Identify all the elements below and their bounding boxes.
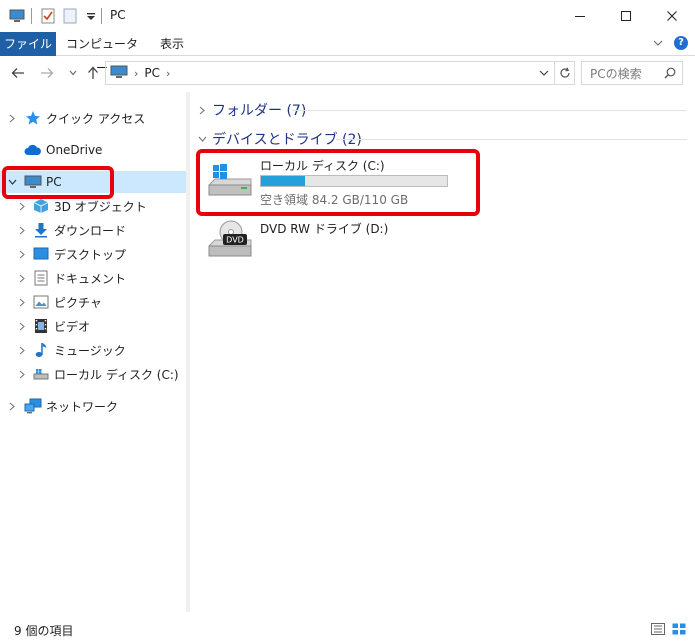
sidebar-item-label: ダウンロード xyxy=(54,223,127,238)
expand-chevron-icon[interactable] xyxy=(16,224,28,236)
sidebar-item-local-disk[interactable]: ローカル ディスク (C:) xyxy=(0,363,186,385)
title-separator xyxy=(31,8,32,24)
drive-name: DVD RW ドライブ (D:) xyxy=(260,222,389,236)
star-icon xyxy=(24,109,42,127)
tab-file[interactable]: ファイル xyxy=(0,32,56,56)
sidebar-item-music[interactable]: ミュージック xyxy=(0,339,186,361)
sidebar-item-videos[interactable]: ビデオ xyxy=(0,315,186,337)
forward-arrow-icon[interactable] xyxy=(38,63,56,83)
title-separator xyxy=(101,8,102,24)
computer-icon xyxy=(110,65,128,82)
collapse-chevron-icon[interactable] xyxy=(196,133,208,145)
expand-chevron-icon[interactable] xyxy=(16,200,28,212)
address-bar[interactable]: › PC › xyxy=(105,61,575,85)
video-icon xyxy=(32,317,50,335)
cube-icon xyxy=(32,197,50,215)
sidebar-item-label: ネットワーク xyxy=(46,399,119,414)
sidebar-item-label: デスクトップ xyxy=(54,247,127,262)
customize-quick-access-icon[interactable] xyxy=(82,7,100,25)
sidebar-item-documents[interactable]: ドキュメント xyxy=(0,267,186,289)
window-title: PC xyxy=(110,8,126,22)
recent-locations-chevron-icon[interactable] xyxy=(64,63,82,83)
cloud-icon xyxy=(24,141,42,159)
tab-computer[interactable]: コンピューター xyxy=(62,32,142,75)
expand-chevron-icon[interactable] xyxy=(16,320,28,332)
sidebar-item-onedrive[interactable]: OneDrive xyxy=(0,139,186,161)
title-bar: PC xyxy=(0,0,695,32)
sidebar-item-downloads[interactable]: ダウンロード xyxy=(0,219,186,241)
refresh-icon[interactable] xyxy=(554,62,574,84)
tab-view[interactable]: 表示 xyxy=(150,32,194,56)
sidebar-item-label: OneDrive xyxy=(46,143,103,157)
properties-icon[interactable] xyxy=(39,7,57,25)
sidebar-item-network[interactable]: ネットワーク xyxy=(0,395,186,417)
download-icon xyxy=(32,221,50,239)
sidebar-item-label: ビデオ xyxy=(54,319,91,334)
network-icon xyxy=(24,397,42,415)
address-dropdown-icon[interactable] xyxy=(538,67,550,79)
ribbon-tabs: ファイル コンピューター 表示 ? xyxy=(0,32,695,75)
document-icon xyxy=(32,269,50,287)
group-header-folders[interactable]: フォルダー (7) xyxy=(196,100,306,120)
breadcrumb-chevron-icon[interactable]: › xyxy=(166,67,170,80)
sidebar-item-pictures[interactable]: ピクチャ xyxy=(0,291,186,313)
group-divider xyxy=(336,139,687,140)
expand-chevron-icon[interactable] xyxy=(16,296,28,308)
sidebar-item-label: ミュージック xyxy=(54,343,126,358)
drive-dvd-rw-d[interactable]: DVD DVD RW ドライブ (D:) xyxy=(205,220,470,260)
sidebar-item-label: ローカル ディスク (C:) xyxy=(54,367,179,382)
drive-icon xyxy=(32,365,50,383)
computer-icon[interactable] xyxy=(8,7,26,25)
up-arrow-icon[interactable] xyxy=(84,63,102,83)
status-bar: 9 個の項目 xyxy=(0,617,695,641)
expand-chevron-icon[interactable] xyxy=(6,112,18,124)
expand-chevron-icon[interactable] xyxy=(16,344,28,356)
breadcrumb-pc[interactable]: PC xyxy=(144,66,160,80)
sidebar-item-desktop[interactable]: デスクトップ xyxy=(0,243,186,265)
expand-chevron-icon[interactable] xyxy=(196,104,208,116)
item-count: 9 個の項目 xyxy=(14,624,74,638)
help-icon[interactable]: ? xyxy=(674,36,688,50)
group-divider xyxy=(292,110,687,111)
sidebar-item-label: クイック アクセス xyxy=(46,111,146,126)
search-box[interactable]: PCの検索 xyxy=(581,61,683,85)
expand-chevron-icon[interactable] xyxy=(6,400,18,412)
svg-text:DVD: DVD xyxy=(226,236,244,245)
highlight-box xyxy=(196,149,480,216)
sidebar-item-quick-access[interactable]: クイック アクセス xyxy=(0,107,186,129)
sidebar-item-label: ドキュメント xyxy=(54,271,127,286)
breadcrumb-chevron-icon[interactable]: › xyxy=(134,67,138,80)
sidebar-item-label: 3D オブジェクト xyxy=(54,199,147,214)
expand-ribbon-icon[interactable] xyxy=(651,36,665,50)
desktop-icon xyxy=(32,245,50,263)
back-arrow-icon[interactable] xyxy=(9,63,27,83)
navigation-bar: › PC › PCの検索 xyxy=(0,60,695,86)
sidebar-item-label: ピクチャ xyxy=(54,295,102,310)
picture-icon xyxy=(32,293,50,311)
expand-chevron-icon[interactable] xyxy=(16,272,28,284)
large-icons-view-icon[interactable] xyxy=(671,621,687,637)
expand-chevron-icon[interactable] xyxy=(16,368,28,380)
maximize-button[interactable] xyxy=(603,0,649,32)
details-view-icon[interactable] xyxy=(650,621,666,637)
navigation-pane-scrollbar[interactable] xyxy=(186,92,190,612)
expand-chevron-icon[interactable] xyxy=(16,248,28,260)
dvd-drive-icon: DVD xyxy=(207,220,253,261)
music-icon xyxy=(32,341,50,359)
explorer-window: PC ファイル コンピューター 表示 ? › PC › PCの検索 クイック ア… xyxy=(0,0,695,641)
minimize-button[interactable] xyxy=(557,0,603,32)
search-icon[interactable] xyxy=(664,67,676,82)
highlight-box xyxy=(2,166,114,199)
close-button[interactable] xyxy=(649,0,695,32)
search-placeholder: PCの検索 xyxy=(590,66,642,81)
new-folder-icon[interactable] xyxy=(61,7,79,25)
